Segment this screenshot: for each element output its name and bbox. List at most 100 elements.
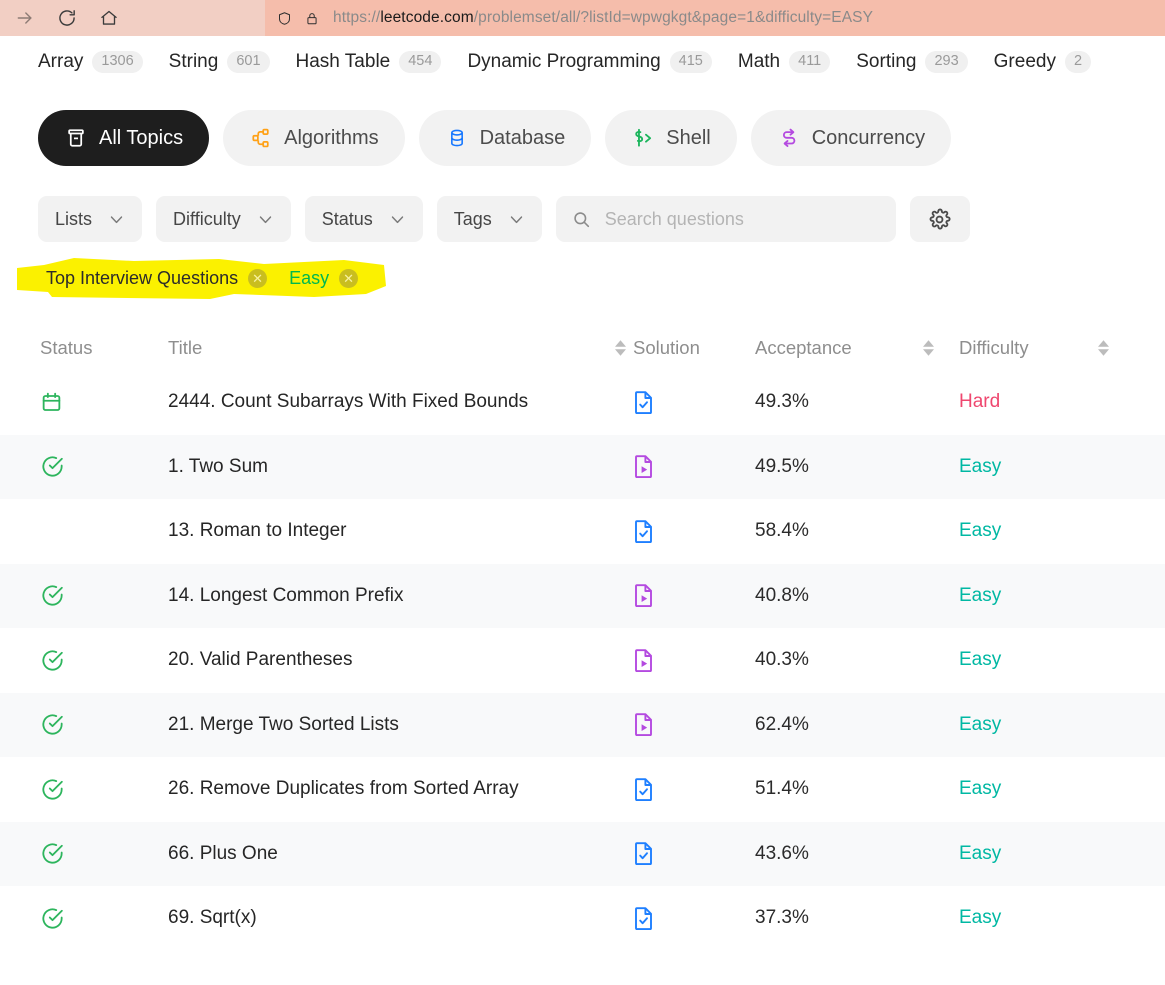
row-solution-icon[interactable] <box>633 454 755 479</box>
filter-label: Status <box>321 208 373 229</box>
row-acceptance: 40.3% <box>755 649 809 671</box>
row-solution-icon[interactable] <box>633 390 755 415</box>
row-solution-icon[interactable] <box>633 712 755 737</box>
browser-nav-icons <box>14 7 120 29</box>
sort-difficulty-button[interactable] <box>1079 340 1127 356</box>
row-status-icon[interactable] <box>40 841 168 866</box>
category-pill-shell[interactable]: Shell <box>605 110 737 166</box>
table-row[interactable]: 26. Remove Duplicates from Sorted Array 5… <box>0 757 1165 822</box>
topic-tag-label: Hash Table <box>295 51 391 72</box>
row-acceptance: 37.3% <box>755 907 809 929</box>
reload-button[interactable] <box>56 7 78 29</box>
row-difficulty: Easy <box>959 778 1002 800</box>
category-pill-database[interactable]: Database <box>418 110 592 166</box>
filter-label: Difficulty <box>173 208 241 229</box>
category-pill-list: All Topics Algorithms Database Shell Concurr… <box>0 88 1165 166</box>
row-status-icon[interactable] <box>40 454 168 479</box>
row-title[interactable]: 2444. Count Subarrays With Fixed Bounds <box>168 391 607 413</box>
row-status-icon[interactable] <box>40 648 168 673</box>
row-solution-icon[interactable] <box>633 906 755 931</box>
search-icon <box>572 210 591 229</box>
topic-tag-label: Math <box>737 51 781 72</box>
settings-button[interactable] <box>909 196 970 242</box>
topic-tag-array[interactable]: Array 1306 <box>38 51 143 73</box>
applied-chip-top-interview-questions[interactable]: Top Interview Questions ✕ <box>44 265 269 292</box>
category-pill-all-topics[interactable]: All Topics <box>38 110 210 166</box>
row-title[interactable]: 20. Valid Parentheses <box>168 649 607 671</box>
table-row[interactable]: 69. Sqrt(x) 37.3% Easy <box>0 886 1165 951</box>
row-title[interactable]: 14. Longest Common Prefix <box>168 585 607 607</box>
table-row[interactable]: 13. Roman to Integer 58.4% Easy <box>0 499 1165 564</box>
row-status-icon[interactable] <box>40 391 168 414</box>
all-topics-icon <box>64 126 88 150</box>
topic-tag-count: 454 <box>399 51 442 73</box>
category-pill-label: Shell <box>666 126 711 149</box>
search-box[interactable] <box>555 196 896 242</box>
row-solution-icon[interactable] <box>633 841 755 866</box>
home-button[interactable] <box>98 7 120 29</box>
row-acceptance: 49.5% <box>755 455 809 477</box>
chevron-down-icon <box>257 211 274 228</box>
row-title[interactable]: 66. Plus One <box>168 843 607 865</box>
row-title[interactable]: 69. Sqrt(x) <box>168 907 607 929</box>
applied-chip-easy[interactable]: Easy ✕ <box>287 265 360 292</box>
topic-tag-label: String <box>168 51 219 72</box>
row-acceptance: 62.4% <box>755 713 809 735</box>
row-status-icon[interactable] <box>40 906 168 931</box>
status-filter[interactable]: Status <box>304 196 423 242</box>
close-icon[interactable]: ✕ <box>339 269 359 288</box>
topic-tag-sorting[interactable]: Sorting 293 <box>856 51 968 73</box>
row-title[interactable]: 1. Two Sum <box>168 456 607 478</box>
row-status-icon[interactable] <box>40 583 168 608</box>
topic-tag-count: 411 <box>789 51 831 73</box>
topic-tag-list[interactable]: Array 1306 String 601 Hash Table 454 Dynamic P… <box>0 36 1165 88</box>
row-solution-icon[interactable] <box>633 519 755 544</box>
close-icon[interactable]: ✕ <box>248 269 268 288</box>
category-pill-concurrency[interactable]: Concurrency <box>750 110 952 166</box>
topic-tag-count: 415 <box>669 51 712 73</box>
row-solution-icon[interactable] <box>633 648 755 673</box>
url-host: leetcode.com <box>380 9 474 26</box>
chevron-down-icon <box>508 211 525 228</box>
table-row[interactable]: 14. Longest Common Prefix 40.8% Easy <box>0 563 1165 628</box>
problems-table: Status Title Solution Acceptance Difficu… <box>0 326 1165 951</box>
row-solution-icon[interactable] <box>633 777 755 802</box>
topic-tag-dynamic-programming[interactable]: Dynamic Programming 415 <box>467 51 712 73</box>
header-solution: Solution <box>633 337 700 358</box>
table-row[interactable]: 2444. Count Subarrays With Fixed Bounds 4… <box>0 370 1165 435</box>
filter-label: Lists <box>55 208 93 229</box>
sort-title-button[interactable] <box>607 340 633 356</box>
row-title[interactable]: 26. Remove Duplicates from Sorted Array <box>168 778 607 800</box>
search-input[interactable] <box>604 208 880 230</box>
forward-button[interactable] <box>14 7 36 29</box>
url-text: https://leetcode.com/problemset/all/?lis… <box>333 9 874 26</box>
sort-acceptance-button[interactable] <box>897 340 959 356</box>
row-acceptance: 51.4% <box>755 778 809 800</box>
category-pill-algorithms[interactable]: Algorithms <box>223 110 405 166</box>
topic-tag-math[interactable]: Math 411 <box>737 51 831 73</box>
sort-arrows-icon <box>614 340 626 356</box>
table-row[interactable]: 1. Two Sum 49.5% Easy <box>0 434 1165 499</box>
difficulty-filter[interactable]: Difficulty <box>156 196 291 242</box>
topic-tag-count: 601 <box>227 51 270 73</box>
header-acceptance: Acceptance <box>755 337 852 358</box>
row-status-icon[interactable] <box>40 712 168 737</box>
table-row[interactable]: 21. Merge Two Sorted Lists 62.4% Easy <box>0 692 1165 757</box>
topic-tag-hash-table[interactable]: Hash Table 454 <box>296 51 442 73</box>
database-icon <box>445 126 469 150</box>
row-title[interactable]: 13. Roman to Integer <box>168 520 607 542</box>
row-acceptance: 58.4% <box>755 520 809 542</box>
topic-tag-greedy[interactable]: Greedy 2 <box>994 51 1092 73</box>
lists-filter[interactable]: Lists <box>38 196 143 242</box>
applied-chip-label: Easy <box>289 268 330 288</box>
topic-tag-string[interactable]: String 601 <box>169 51 270 73</box>
table-row[interactable]: 20. Valid Parentheses 40.3% Easy <box>0 628 1165 693</box>
row-difficulty: Easy <box>959 520 1002 542</box>
row-solution-icon[interactable] <box>633 583 755 608</box>
row-status-icon[interactable] <box>40 777 168 802</box>
chevron-down-icon <box>108 211 125 228</box>
address-bar[interactable]: https://leetcode.com/problemset/all/?lis… <box>265 0 1165 36</box>
tags-filter[interactable]: Tags <box>436 196 542 242</box>
table-row[interactable]: 66. Plus One 43.6% Easy <box>0 821 1165 886</box>
row-title[interactable]: 21. Merge Two Sorted Lists <box>168 714 607 736</box>
